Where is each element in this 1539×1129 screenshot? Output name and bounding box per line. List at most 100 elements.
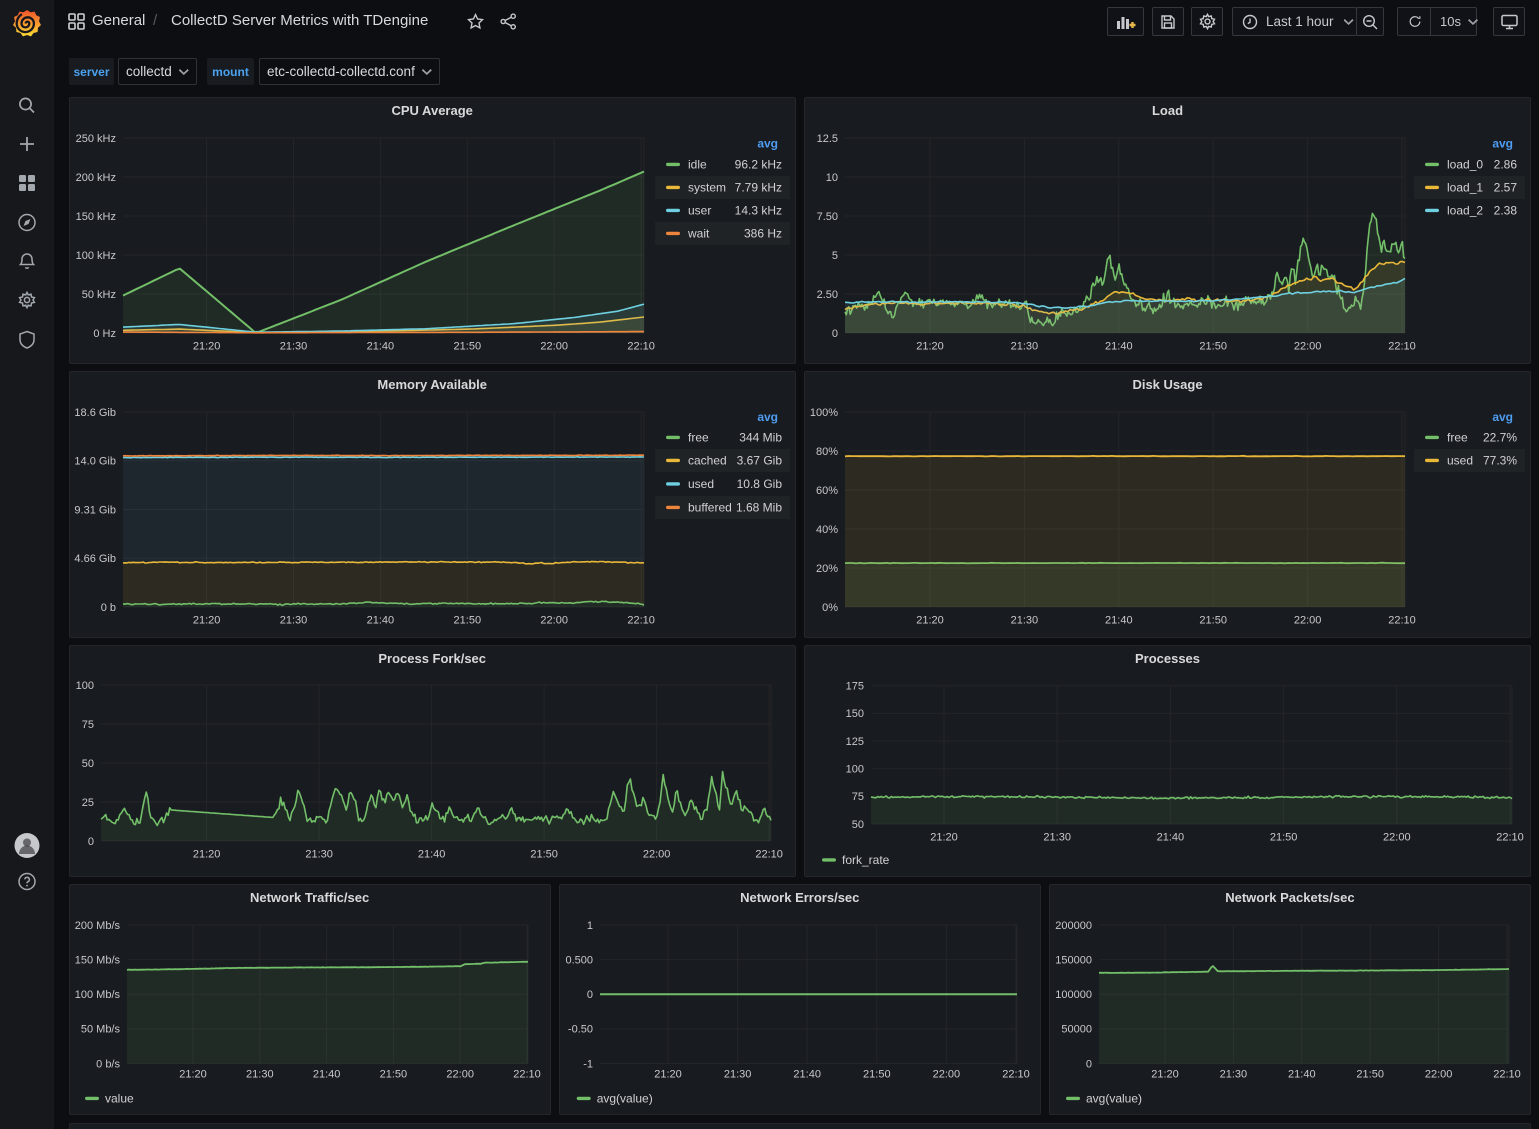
svg-text:Network Errors/sec: Network Errors/sec [740,890,859,905]
svg-text:21:20: 21:20 [654,1069,682,1081]
svg-text:21:40: 21:40 [367,341,395,353]
svg-text:22:10: 22:10 [627,341,655,353]
svg-text:21:20: 21:20 [1151,1069,1179,1081]
svg-text:22:10: 22:10 [1002,1069,1030,1081]
svg-text:22:00: 22:00 [1383,832,1411,844]
svg-text:100: 100 [76,680,94,692]
svg-text:0: 0 [832,328,838,340]
svg-text:idle: idle [688,158,707,172]
svg-text:22:10: 22:10 [1388,341,1416,353]
svg-text:CPU Average: CPU Average [391,103,472,118]
svg-text:21:20: 21:20 [193,341,221,353]
svg-text:10.8 Gib: 10.8 Gib [737,477,783,491]
svg-text:21:50: 21:50 [1199,341,1227,353]
svg-text:21:40: 21:40 [1288,1069,1316,1081]
svg-text:21:30: 21:30 [1011,341,1039,353]
svg-text:96.2 kHz: 96.2 kHz [735,158,782,172]
svg-text:fork_rate: fork_rate [842,853,890,867]
svg-text:avg(value): avg(value) [1086,1092,1142,1106]
svg-text:0.500: 0.500 [565,954,593,966]
svg-text:0 b: 0 b [101,602,116,614]
svg-text:75: 75 [82,719,94,731]
svg-text:21:20: 21:20 [193,849,221,861]
svg-text:wait: wait [687,227,710,241]
svg-text:avg(value): avg(value) [597,1092,653,1106]
svg-text:9.31 Gib: 9.31 Gib [74,504,116,516]
svg-text:18.6 Gib: 18.6 Gib [74,407,116,419]
svg-text:150 kHz: 150 kHz [76,211,116,223]
svg-text:22:10: 22:10 [1388,615,1416,627]
svg-text:avg: avg [1492,137,1513,151]
svg-text:75: 75 [852,791,864,803]
svg-text:2.38: 2.38 [1494,204,1518,218]
svg-text:22:00: 22:00 [643,849,671,861]
svg-text:125: 125 [846,736,864,748]
svg-text:0: 0 [587,989,593,1001]
svg-text:21:20: 21:20 [193,615,221,627]
svg-text:22:00: 22:00 [540,341,568,353]
svg-text:200 Mb/s: 200 Mb/s [75,920,121,932]
svg-text:0%: 0% [822,602,838,614]
svg-text:1.68 Mib: 1.68 Mib [736,501,782,515]
svg-text:0 b/s: 0 b/s [96,1058,120,1070]
svg-text:21:50: 21:50 [1270,832,1298,844]
svg-text:4.66 Gib: 4.66 Gib [74,553,116,565]
svg-text:22:00: 22:00 [1425,1069,1453,1081]
svg-text:21:20: 21:20 [916,615,944,627]
svg-text:175: 175 [846,681,864,693]
svg-text:50 kHz: 50 kHz [82,289,116,301]
svg-text:100 Mb/s: 100 Mb/s [75,989,121,1001]
svg-text:20%: 20% [816,563,838,575]
svg-text:buffered: buffered [688,501,732,515]
svg-text:50 Mb/s: 50 Mb/s [81,1024,121,1036]
svg-text:22:00: 22:00 [1294,615,1322,627]
svg-text:2.86: 2.86 [1494,158,1518,172]
svg-text:Network Packets/sec: Network Packets/sec [1225,890,1354,905]
svg-text:free: free [1447,431,1468,445]
svg-text:150: 150 [846,708,864,720]
svg-text:100%: 100% [810,407,838,419]
svg-text:7.79 kHz: 7.79 kHz [735,181,782,195]
svg-text:Memory Available: Memory Available [377,377,487,392]
svg-text:used: used [1447,454,1473,468]
svg-text:10: 10 [826,172,838,184]
svg-text:load_2: load_2 [1447,204,1483,218]
svg-text:22:10: 22:10 [755,849,783,861]
svg-text:system: system [688,181,726,195]
svg-text:2.50: 2.50 [817,289,838,301]
svg-text:200000: 200000 [1055,920,1092,932]
svg-text:free: free [688,431,709,445]
svg-text:200 kHz: 200 kHz [76,172,116,184]
svg-text:avg: avg [757,410,778,424]
svg-text:100000: 100000 [1055,989,1092,1001]
svg-text:100: 100 [846,764,864,776]
svg-text:user: user [688,204,711,218]
svg-text:12.5: 12.5 [817,133,838,145]
svg-text:21:30: 21:30 [305,849,333,861]
svg-text:-0.50: -0.50 [568,1024,593,1036]
svg-text:22:00: 22:00 [540,615,568,627]
svg-text:Network Traffic/sec: Network Traffic/sec [250,890,369,905]
svg-text:21:40: 21:40 [793,1069,821,1081]
svg-text:50000: 50000 [1061,1024,1092,1036]
svg-text:21:40: 21:40 [1157,832,1185,844]
svg-text:22:10: 22:10 [1496,832,1524,844]
svg-text:60%: 60% [816,485,838,497]
svg-text:2.57: 2.57 [1494,181,1518,195]
svg-text:5: 5 [832,250,838,262]
svg-text:21:20: 21:20 [916,341,944,353]
svg-text:21:30: 21:30 [724,1069,752,1081]
svg-text:77.3%: 77.3% [1483,454,1517,468]
svg-text:100 kHz: 100 kHz [76,250,116,262]
svg-text:3.67 Gib: 3.67 Gib [737,454,783,468]
svg-text:avg: avg [1492,410,1513,424]
svg-text:21:40: 21:40 [367,615,395,627]
svg-text:21:50: 21:50 [1199,615,1227,627]
svg-text:22:10: 22:10 [627,615,655,627]
svg-text:-1: -1 [583,1058,593,1070]
svg-text:22:10: 22:10 [1493,1069,1521,1081]
svg-text:21:40: 21:40 [1105,615,1133,627]
svg-text:value: value [105,1092,134,1106]
svg-text:22:00: 22:00 [446,1069,474,1081]
svg-text:21:20: 21:20 [930,832,958,844]
